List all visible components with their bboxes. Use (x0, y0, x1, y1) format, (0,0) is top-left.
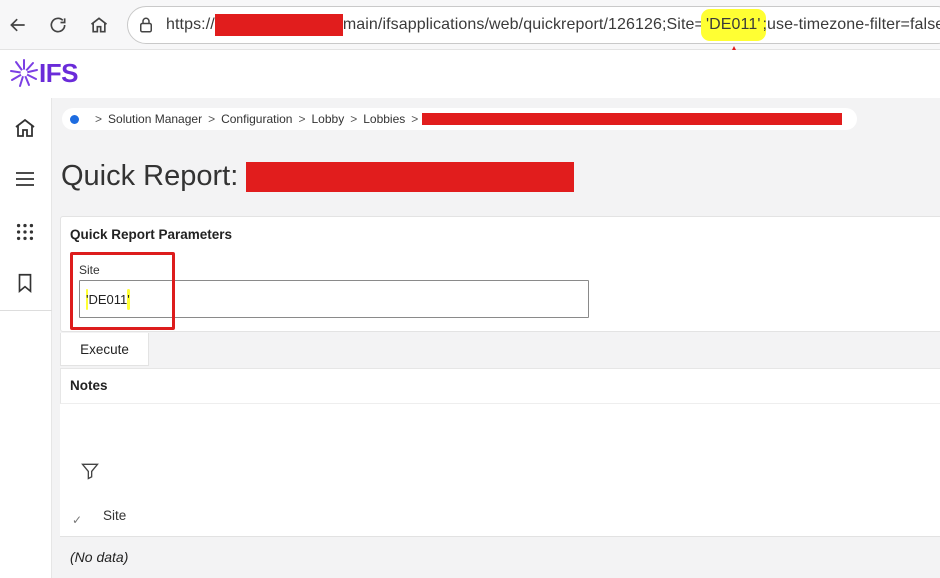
address-bar[interactable]: https:// main/ifsapplications/web/quickr… (127, 6, 940, 44)
apps-grid-icon[interactable] (12, 219, 38, 245)
main-content: > Solution Manager > Configuration > Lob… (52, 98, 940, 578)
ifs-logo-text: IFS (39, 58, 78, 88)
page-title-redaction (246, 161, 575, 192)
notes-title: Notes (70, 378, 108, 393)
url-highlighted-site: 'DE011' (703, 12, 763, 38)
rail-home-icon[interactable] (12, 115, 38, 141)
breadcrumb-item-lobbies[interactable]: Lobbies (363, 112, 405, 126)
breadcrumb-item-lobby[interactable]: Lobby (312, 112, 345, 126)
url-suffix: ;use-timezone-filter=false; (762, 16, 940, 33)
back-arrow-icon[interactable] (4, 11, 32, 39)
url-prefix: https:// (166, 16, 215, 33)
app-header (0, 50, 940, 98)
breadcrumb-separator: > (208, 112, 216, 126)
notes-header: Notes (60, 368, 940, 404)
execute-button[interactable]: Execute (60, 333, 149, 366)
left-navigation-rail (0, 98, 52, 578)
panel-title: Quick Report Parameters (70, 227, 233, 242)
breadcrumb-separator: > (411, 112, 419, 126)
breadcrumb-separator: > (350, 112, 358, 126)
breadcrumb-separator: > (298, 112, 306, 126)
no-data-row: (No data) (60, 537, 940, 578)
page-title-row: Quick Report: (61, 160, 575, 193)
quick-report-parameters-panel: Quick Report Parameters Site ' DE011 ' (60, 216, 940, 332)
no-data-text: (No data) (70, 549, 129, 565)
url-main: main/ifsapplications/web/quickreport/126… (342, 16, 704, 33)
breadcrumb-item-solution-manager[interactable]: Solution Manager (108, 112, 202, 126)
reload-icon[interactable] (44, 11, 72, 39)
ifs-logo-icon (10, 59, 38, 87)
url-text: https:// main/ifsapplications/web/quickr… (166, 12, 940, 38)
red-box-annotation (70, 252, 175, 330)
breadcrumb: > Solution Manager > Configuration > Lob… (62, 108, 857, 130)
lock-icon[interactable] (136, 15, 156, 35)
breadcrumb-redaction (422, 113, 843, 125)
bookmark-icon[interactable] (12, 270, 38, 296)
filter-icon[interactable] (80, 461, 100, 481)
breadcrumb-home-dot[interactable] (70, 114, 79, 124)
breadcrumb-separator: > (95, 112, 103, 126)
browser-toolbar: https:// main/ifsapplications/web/quickr… (0, 0, 940, 50)
breadcrumb-item-configuration[interactable]: Configuration (221, 112, 292, 126)
menu-icon[interactable] (12, 166, 38, 192)
notes-grid: ✓ Site (No data) (60, 404, 940, 578)
rail-divider (0, 310, 52, 311)
column-header-site[interactable]: Site (103, 508, 126, 523)
home-icon[interactable] (85, 11, 113, 39)
url-redaction (214, 14, 343, 36)
page-title: Quick Report: (61, 160, 239, 192)
checkmark-icon[interactable]: ✓ (72, 513, 82, 527)
